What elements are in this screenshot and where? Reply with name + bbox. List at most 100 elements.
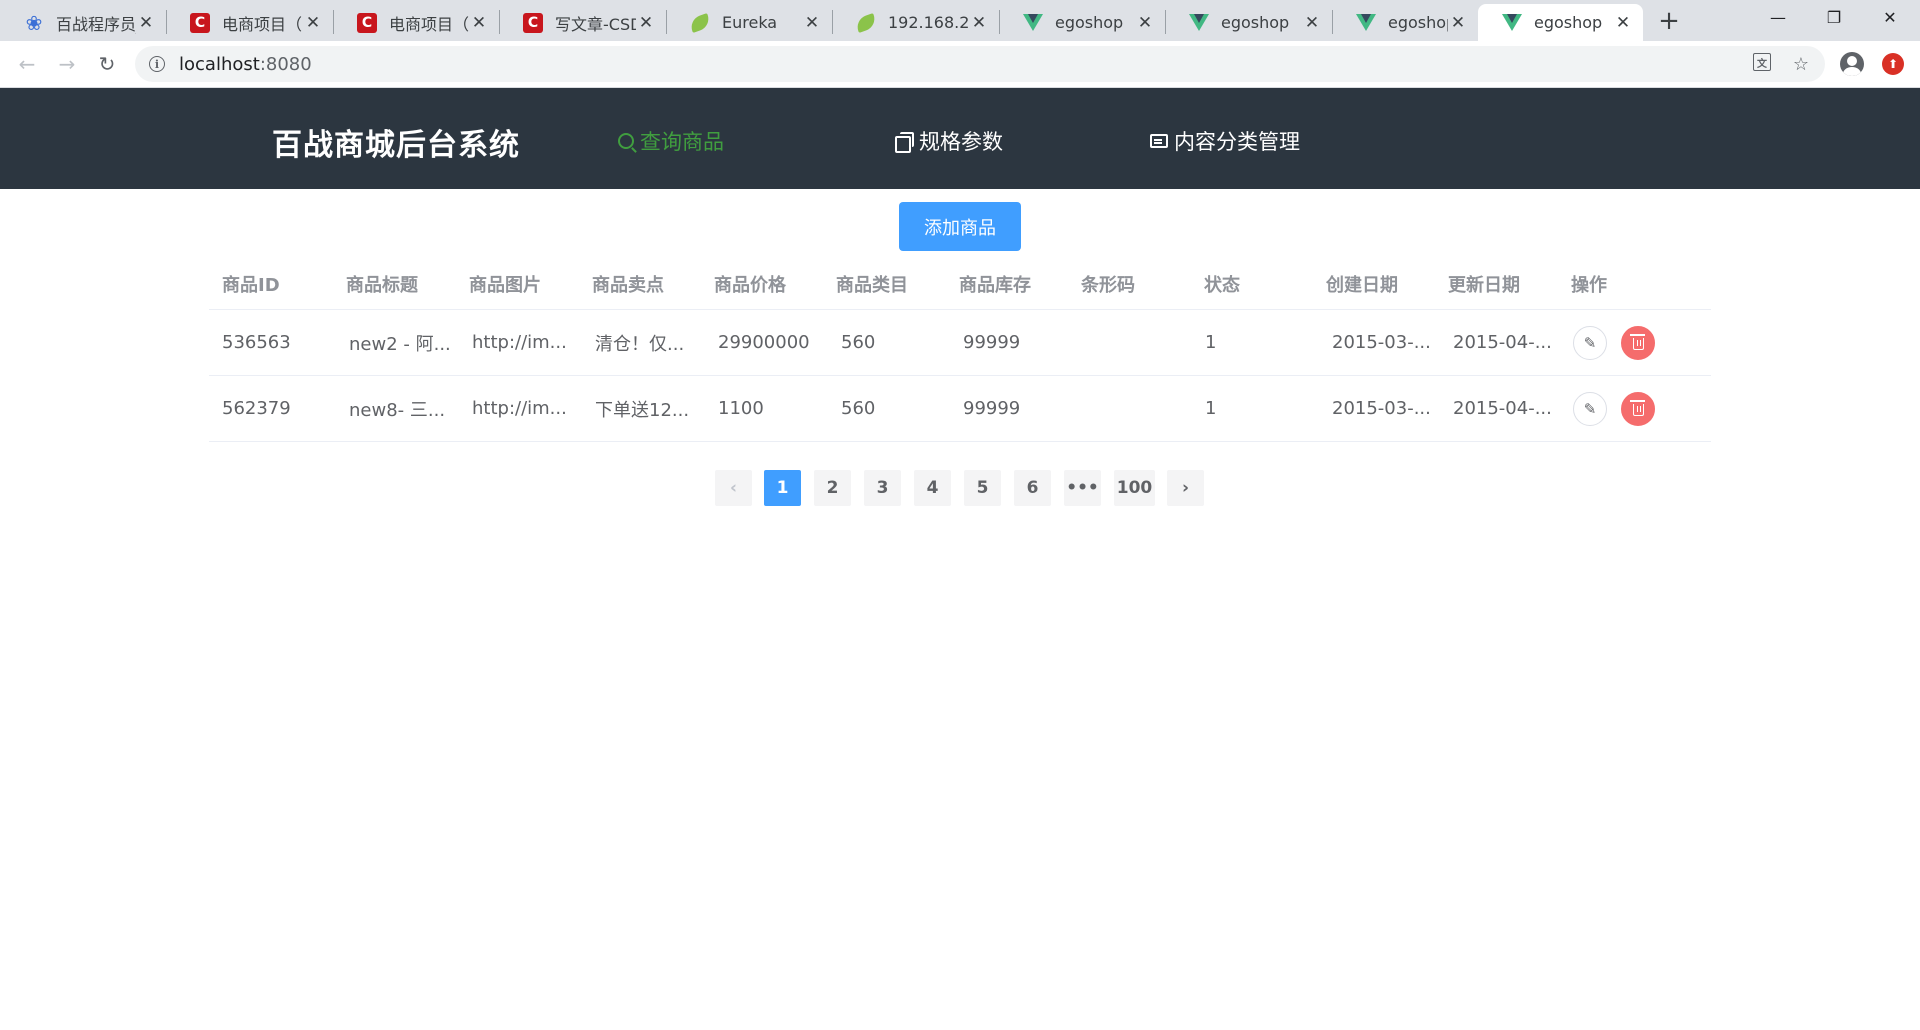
- vue-icon: [1023, 13, 1043, 33]
- browser-tab[interactable]: egoshop✕: [1332, 4, 1478, 41]
- back-button[interactable]: ←: [10, 47, 44, 81]
- close-icon[interactable]: ✕: [802, 13, 822, 33]
- close-icon[interactable]: ✕: [636, 13, 656, 33]
- column-header: 商品库存: [959, 274, 1031, 296]
- cell-price: 29900000: [718, 332, 810, 353]
- url-port: :8080: [259, 53, 312, 75]
- browser-toolbar: ← → ↻ i localhost:8080 文 ☆ ⬆: [0, 41, 1920, 88]
- tab-title: egoshop: [1388, 13, 1448, 32]
- window-close-button[interactable]: ✕: [1862, 0, 1918, 34]
- product-table: 商品ID 商品标题 商品图片 商品卖点 商品价格 商品类目 商品库存 条形码 状态 创建日期 更新日…: [209, 258, 1711, 442]
- browser-tab[interactable]: C 写文章-CSD ✕: [499, 4, 666, 41]
- maximize-button[interactable]: ❐: [1806, 0, 1862, 34]
- browser-tab[interactable]: Eureka ✕: [666, 4, 832, 41]
- site-info-icon[interactable]: i: [149, 56, 165, 72]
- cell-created: 2015-03-...: [1332, 332, 1431, 353]
- cell-stock: 99999: [963, 332, 1021, 353]
- extension-icon[interactable]: ⬆: [1882, 53, 1904, 75]
- tab-title: Eureka: [722, 13, 778, 32]
- tab-separator: [1165, 10, 1166, 34]
- address-bar[interactable]: i localhost:8080 文 ☆: [135, 46, 1825, 82]
- minimize-button[interactable]: —: [1750, 0, 1806, 34]
- delete-button[interactable]: [1621, 391, 1655, 426]
- page-5-button[interactable]: 5: [964, 470, 1001, 506]
- cell-image: http://im...: [472, 398, 567, 419]
- csdn-icon: C: [357, 12, 377, 33]
- edit-button[interactable]: ✎: [1573, 391, 1607, 426]
- card-icon: [1150, 134, 1168, 148]
- column-header: 操作: [1571, 274, 1607, 296]
- vue-icon: [1356, 13, 1376, 33]
- tab-separator: [166, 10, 167, 34]
- close-icon[interactable]: ✕: [1448, 13, 1468, 33]
- tab-title: egoshop: [1055, 13, 1124, 32]
- cell-status: 1: [1205, 398, 1217, 419]
- cell-title: new8- 三...: [349, 399, 446, 421]
- browser-tab[interactable]: ❀ 百战程序员_ ✕: [0, 4, 166, 41]
- cell-status: 1: [1205, 332, 1217, 353]
- bookmark-star-icon[interactable]: ☆: [1790, 53, 1812, 75]
- browser-tab[interactable]: egoshop ✕: [1478, 4, 1643, 41]
- browser-tab[interactable]: 192.168.2.1✕: [832, 4, 999, 41]
- close-icon[interactable]: ✕: [1135, 13, 1155, 33]
- column-header: 条形码: [1081, 274, 1135, 296]
- new-tab-button[interactable]: +: [1653, 4, 1685, 38]
- page-3-button[interactable]: 3: [864, 470, 901, 506]
- cell-sell-point: 下单送12...: [595, 399, 690, 421]
- table-row: 536563 new2 - 阿... http://im... 清仓！仅... 2990…: [209, 310, 1711, 376]
- menu-item-query-products[interactable]: 查询商品: [618, 126, 724, 156]
- cell-stock: 99999: [963, 398, 1021, 419]
- page-1-button[interactable]: 1: [764, 470, 801, 506]
- cell-price: 1100: [718, 398, 764, 419]
- close-icon[interactable]: ✕: [1302, 13, 1322, 33]
- column-header: 商品图片: [469, 274, 541, 296]
- more-pages-icon[interactable]: •••: [1064, 470, 1101, 506]
- menu-item-label: 查询商品: [640, 130, 724, 154]
- csdn-icon: C: [190, 12, 210, 33]
- row-actions: ✎: [1573, 376, 1655, 441]
- page-6-button[interactable]: 6: [1014, 470, 1051, 506]
- tab-separator: [832, 10, 833, 34]
- tab-title: egoshop: [1534, 13, 1603, 32]
- column-header: 商品价格: [714, 274, 786, 296]
- menu-item-spec-params[interactable]: 规格参数: [895, 126, 1003, 156]
- table-row: 562379 new8- 三... http://im... 下单送12... 1100…: [209, 376, 1711, 442]
- table-header: 商品ID 商品标题 商品图片 商品卖点 商品价格 商品类目 商品库存 条形码 状态 创建日期 更新日…: [209, 258, 1711, 310]
- browser-tab[interactable]: C 电商项目（三✕: [166, 4, 333, 41]
- vue-icon: [1502, 13, 1522, 33]
- close-icon[interactable]: ✕: [969, 13, 989, 33]
- page-100-button[interactable]: 100: [1114, 470, 1155, 506]
- app-header: 百战商城后台系统 查询商品 规格参数 内容分类管理: [0, 88, 1920, 189]
- page-4-button[interactable]: 4: [914, 470, 951, 506]
- tab-separator: [333, 10, 334, 34]
- edit-button[interactable]: ✎: [1573, 325, 1607, 360]
- profile-avatar-icon[interactable]: [1840, 52, 1864, 76]
- close-icon[interactable]: ✕: [136, 13, 156, 33]
- csdn-icon: C: [523, 12, 543, 33]
- add-product-button[interactable]: 添加商品: [899, 202, 1021, 251]
- delete-button[interactable]: [1621, 325, 1655, 360]
- translate-icon[interactable]: 文: [1753, 53, 1771, 71]
- browser-tab[interactable]: egoshop✕: [1165, 4, 1332, 41]
- spring-leaf-icon: [688, 12, 712, 33]
- browser-tab[interactable]: egoshop ✕: [999, 4, 1165, 41]
- cell-category: 560: [841, 332, 876, 353]
- menu-item-content-category[interactable]: 内容分类管理: [1150, 126, 1300, 156]
- cell-image: http://im...: [472, 332, 567, 353]
- close-icon[interactable]: ✕: [303, 13, 323, 33]
- browser-tabstrip: ❀百战程序员_✕C电商项目（三✕C电商项目（E✕C写文章-CSD✕ Eureka ✕…: [0, 0, 1920, 41]
- prev-page-button[interactable]: ‹: [715, 470, 752, 506]
- column-header: 商品卖点: [592, 274, 664, 296]
- forward-button[interactable]: →: [50, 47, 84, 81]
- cell-category: 560: [841, 398, 876, 419]
- next-page-button[interactable]: ›: [1167, 470, 1204, 506]
- close-icon[interactable]: ✕: [1613, 13, 1633, 33]
- tab-separator: [666, 10, 667, 34]
- cell-title: new2 - 阿...: [349, 333, 451, 355]
- browser-tab[interactable]: C 电商项目（E✕: [333, 4, 499, 41]
- reload-button[interactable]: ↻: [90, 47, 124, 81]
- brand-title: 百战商城后台系统: [272, 128, 520, 163]
- close-icon[interactable]: ✕: [469, 13, 489, 33]
- edit-icon: ✎: [1583, 333, 1597, 352]
- page-2-button[interactable]: 2: [814, 470, 851, 506]
